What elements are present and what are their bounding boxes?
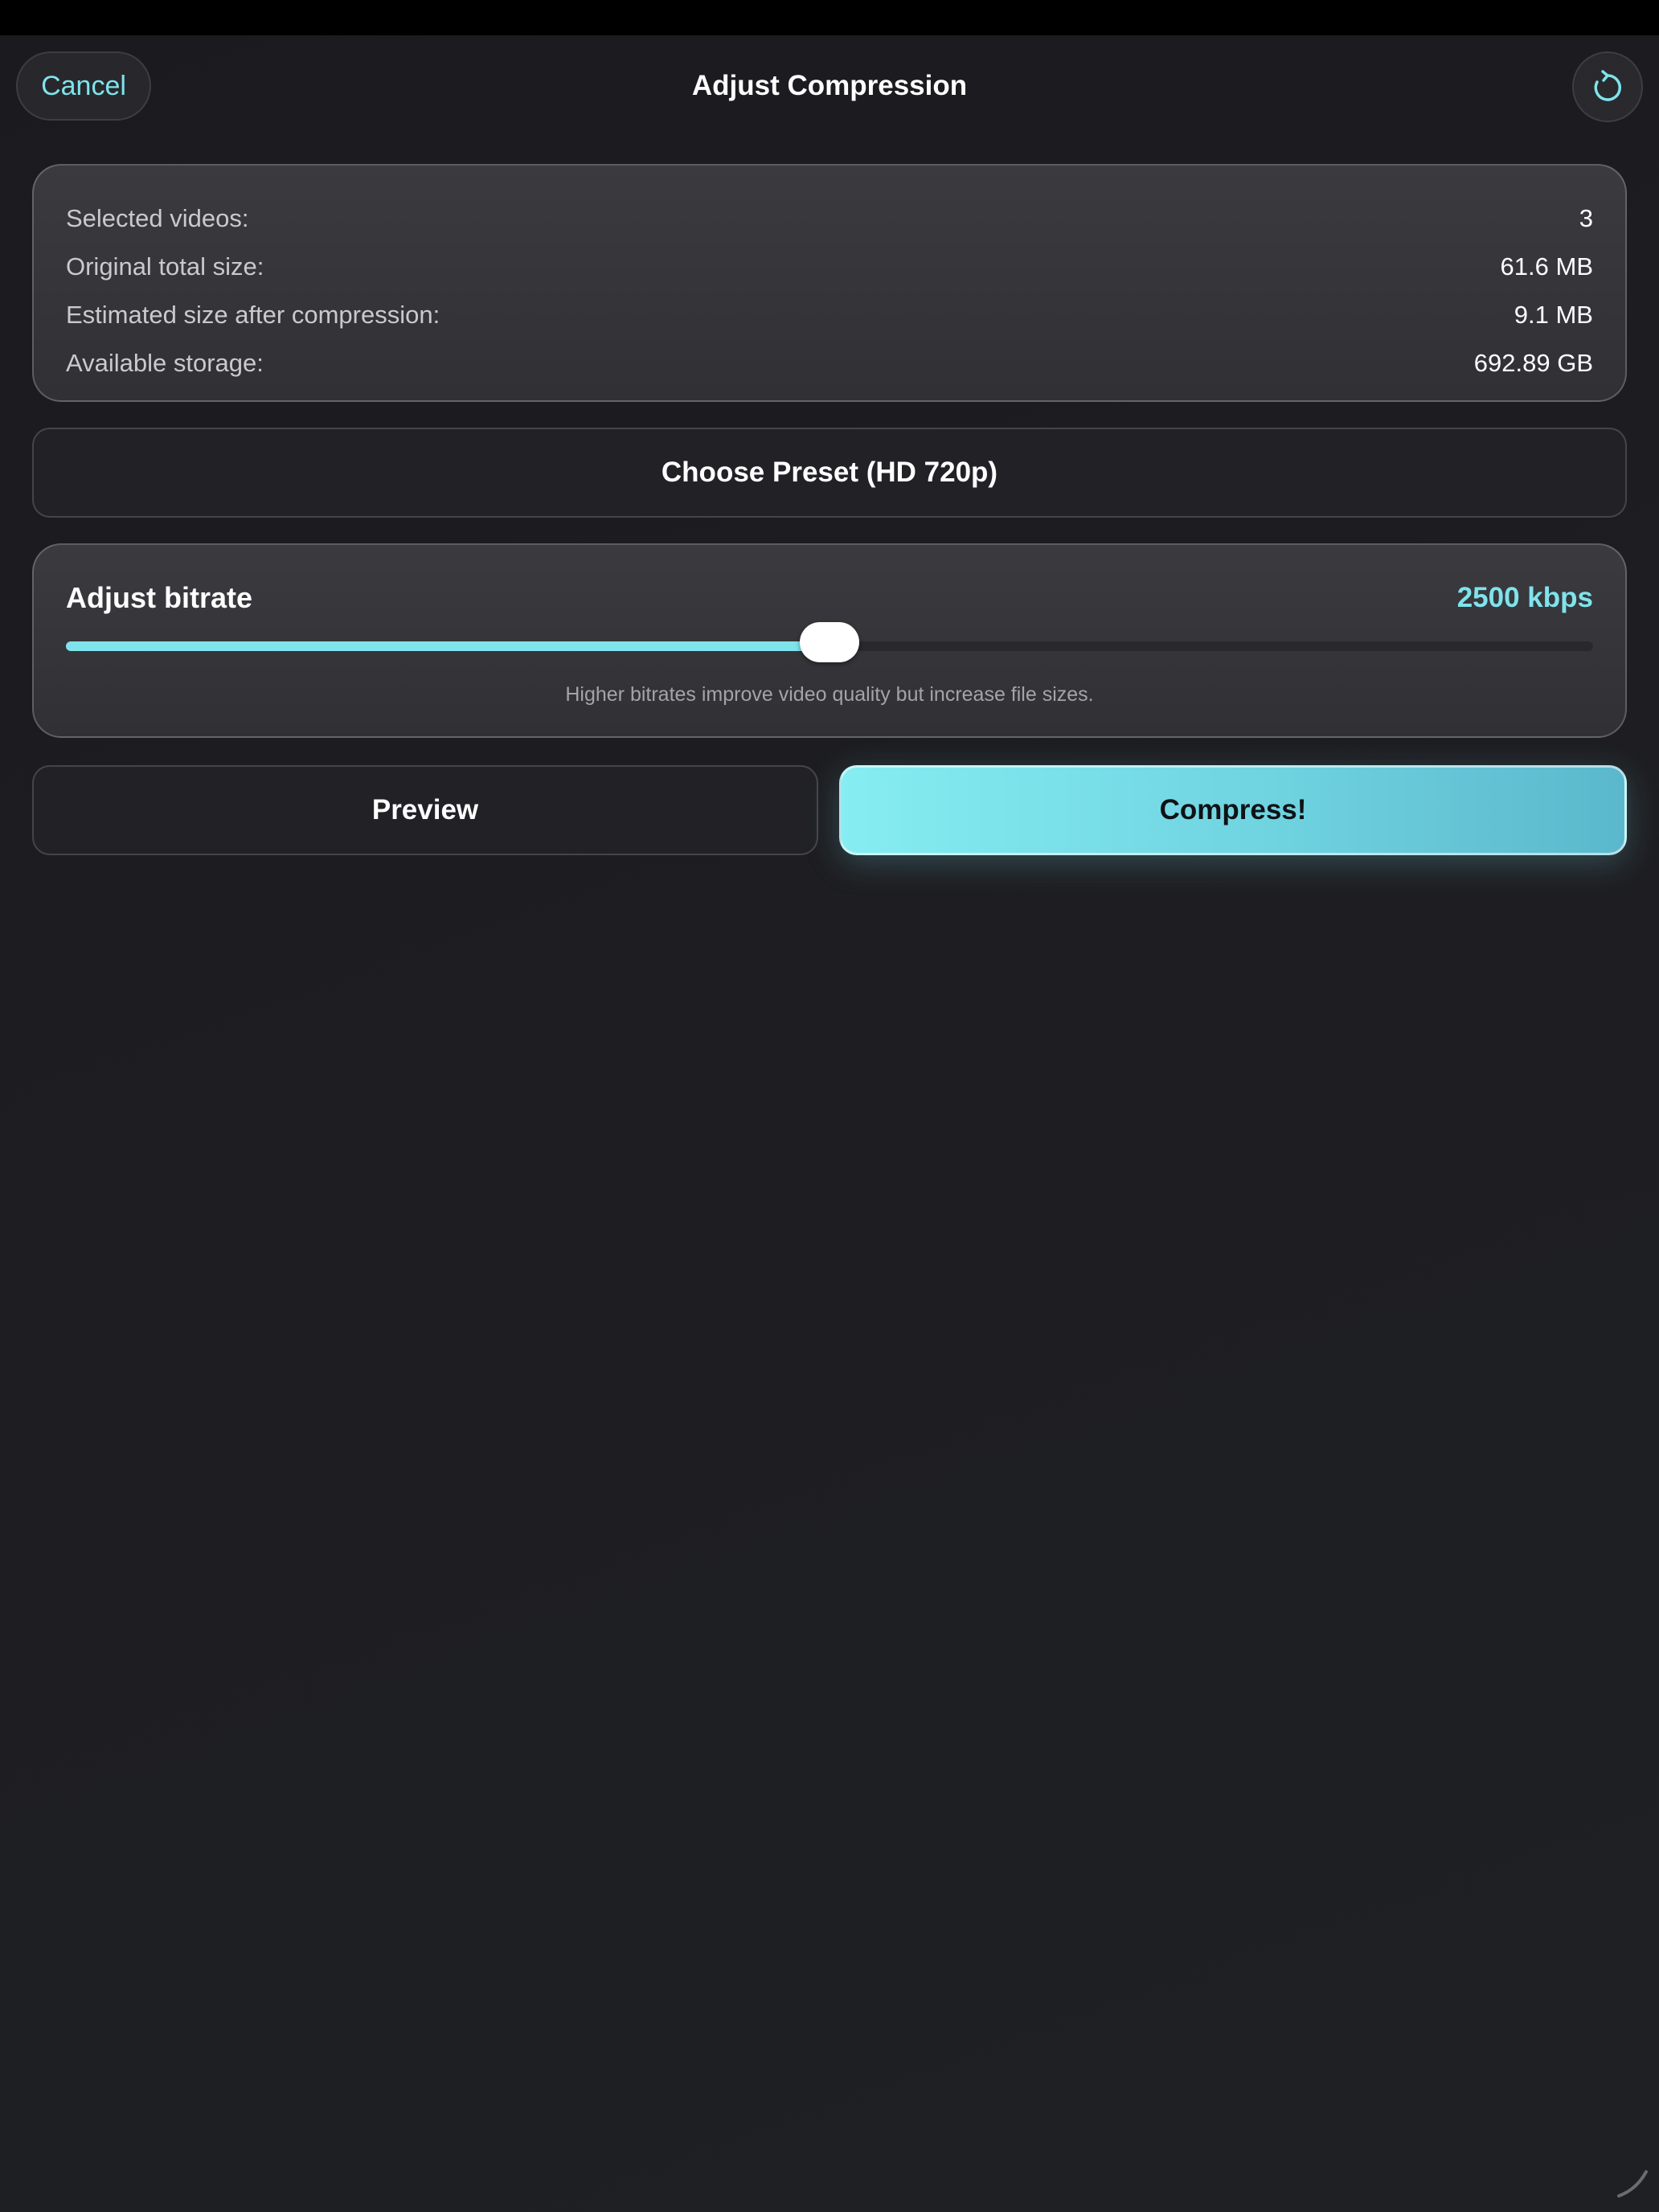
bitrate-hint: Higher bitrates improve video quality bu… [565, 683, 1094, 706]
bitrate-header: Adjust bitrate 2500 kbps [66, 574, 1593, 622]
summary-label: Original total size: [66, 252, 264, 281]
summary-row-estimated-size: Estimated size after compression: 9.1 MB [66, 291, 1593, 339]
status-bar [0, 0, 1659, 35]
choose-preset-button[interactable]: Choose Preset (HD 720p) [32, 428, 1627, 518]
bitrate-title: Adjust bitrate [66, 581, 253, 614]
summary-value: 9.1 MB [1514, 301, 1593, 329]
page-title: Adjust Compression [691, 70, 968, 101]
compress-button[interactable]: Compress! [839, 765, 1627, 855]
reset-button[interactable] [1572, 51, 1643, 122]
bitrate-slider-fill [66, 641, 830, 651]
resize-handle-icon [1617, 2170, 1648, 2198]
summary-value: 692.89 GB [1473, 349, 1593, 377]
summary-label: Selected videos: [66, 204, 249, 232]
bitrate-slider[interactable] [66, 622, 1593, 662]
summary-card: Selected videos: 3 Original total size: … [32, 164, 1627, 402]
reset-icon [1594, 70, 1621, 101]
summary-value: 61.6 MB [1500, 252, 1593, 281]
summary-row-original-size: Original total size: 61.6 MB [66, 243, 1593, 291]
summary-label: Estimated size after compression: [66, 301, 440, 329]
navigation-bar: Cancel Adjust Compression [0, 35, 1659, 140]
summary-value: 3 [1579, 204, 1593, 232]
summary-row-available-storage: Available storage: 692.89 GB [66, 339, 1593, 387]
preview-button[interactable]: Preview [32, 765, 818, 855]
bitrate-value: 2500 kbps [1456, 582, 1593, 613]
bitrate-slider-thumb[interactable] [800, 622, 859, 662]
summary-label: Available storage: [66, 349, 264, 377]
summary-row-selected-videos: Selected videos: 3 [66, 195, 1593, 243]
bitrate-card: Adjust bitrate 2500 kbps Higher bitrates… [32, 543, 1627, 738]
